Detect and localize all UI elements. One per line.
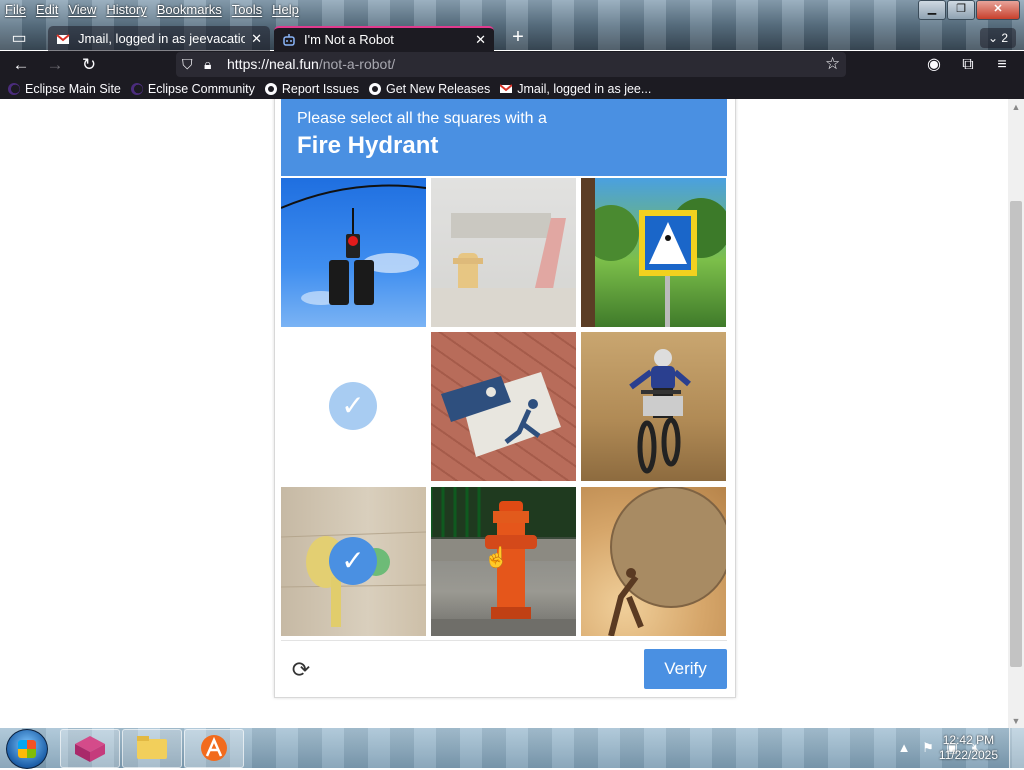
menu-edit[interactable]: Edit bbox=[31, 0, 63, 20]
menu-tools[interactable]: Tools bbox=[227, 0, 267, 20]
captcha-tile-5[interactable] bbox=[431, 332, 576, 481]
captcha-tile-3[interactable] bbox=[581, 178, 726, 327]
lock-icon[interactable]: 🔒︎ bbox=[204, 52, 211, 77]
back-arrow-icon[interactable]: ← bbox=[9, 53, 33, 77]
hand-cursor-icon: ☝ bbox=[484, 547, 509, 569]
robot-icon bbox=[282, 33, 296, 47]
clock-time: 12:42 PM bbox=[942, 733, 995, 747]
taskbar-app-3[interactable] bbox=[184, 729, 244, 768]
check-icon: ✓ bbox=[329, 537, 377, 585]
new-tab-button[interactable]: + bbox=[506, 26, 530, 50]
captcha-instruction: Please select all the squares with a bbox=[297, 110, 547, 127]
tab-not-a-robot[interactable]: I'm Not a Robot ✕ bbox=[274, 26, 494, 51]
scroll-up-arrow-icon[interactable]: ▲ bbox=[1008, 99, 1024, 115]
eclipse-icon bbox=[130, 82, 143, 95]
faded-hydrant-image bbox=[431, 213, 576, 327]
close-tab-icon[interactable]: ✕ bbox=[475, 32, 486, 48]
github-icon bbox=[368, 82, 381, 95]
url-domain: https://neal.fun bbox=[227, 56, 319, 72]
menu-bar: File Edit View History Bookmarks Tools H… bbox=[0, 0, 304, 20]
forward-arrow-icon[interactable]: → bbox=[43, 53, 67, 77]
address-bar[interactable]: ⛉ 🔒︎ https://neal.fun/not-a-robot/ bbox=[176, 52, 846, 77]
bookmark-eclipse-main-site[interactable]: Eclipse Main Site bbox=[8, 82, 121, 96]
verify-button[interactable]: Verify bbox=[644, 649, 727, 689]
folder-icon bbox=[137, 736, 167, 759]
show-desktop-button[interactable] bbox=[1009, 728, 1024, 768]
crosswalk-sign-image bbox=[581, 178, 726, 327]
refresh-icon[interactable]: ⟳ bbox=[289, 658, 313, 682]
eclipse-icon bbox=[8, 82, 20, 95]
captcha-tile-4[interactable]: ✓ bbox=[281, 332, 426, 481]
menu-view[interactable]: View bbox=[63, 0, 101, 20]
tab-jmail[interactable]: Jmail, logged in as jeevacation@ ✕ bbox=[48, 26, 270, 51]
tab-title: Jmail, logged in as jeevacation@ bbox=[78, 31, 246, 46]
tab-count: 2 bbox=[1001, 31, 1009, 45]
clock[interactable]: 12:42 PM 11/22/2025 bbox=[939, 733, 998, 763]
window-controls: ▁ ❐ ✕ bbox=[918, 0, 1020, 20]
menu-hamburger-icon[interactable]: ≡ bbox=[990, 53, 1014, 77]
navigation-bar: ← → ↻ ⛉ 🔒︎ https://neal.fun/not-a-robot/… bbox=[0, 51, 1024, 78]
bookmark-eclipse-community[interactable]: Eclipse Community bbox=[130, 81, 255, 96]
close-tab-icon[interactable]: ✕ bbox=[251, 31, 262, 47]
account-icon[interactable]: ◉ bbox=[922, 53, 946, 77]
taskbar: ▲ ⚑ ▣ 🔇︎ 12:42 PM 11/22/2025 bbox=[0, 728, 1024, 769]
crosswalk-painting-image bbox=[441, 372, 561, 457]
motorcycle-rider-image bbox=[629, 349, 691, 474]
close-window-button[interactable]: ✕ bbox=[976, 0, 1020, 20]
captcha-header: Please select all the squares with a Fir… bbox=[281, 99, 727, 176]
tab-strip: ▭ Jmail, logged in as jeevacation@ ✕ I'm… bbox=[0, 26, 1024, 51]
sisyphus-boulder-image bbox=[608, 487, 726, 636]
extensions-icon[interactable]: ⧉ bbox=[956, 53, 980, 77]
bookmark-label: Get New Releases bbox=[385, 81, 491, 96]
restore-button[interactable]: ❐ bbox=[947, 0, 975, 20]
taskbar-app-1[interactable] bbox=[60, 729, 120, 768]
page-scrollbar[interactable]: ▲ ▼ bbox=[1008, 99, 1024, 729]
captcha-tile-6[interactable] bbox=[581, 332, 726, 481]
shield-icon[interactable]: ⛉ bbox=[182, 52, 193, 77]
scroll-down-arrow-icon[interactable]: ▼ bbox=[1008, 713, 1024, 729]
bookmarks-toolbar: Eclipse Main Site Eclipse Community Repo… bbox=[0, 78, 1024, 99]
bookmark-label: Jmail, logged in as jee... bbox=[517, 81, 652, 96]
firefox-view-icon[interactable]: ▭ bbox=[6, 28, 32, 50]
captcha-tile-1[interactable] bbox=[281, 178, 426, 327]
menu-history[interactable]: History bbox=[101, 0, 151, 20]
url-path: /not-a-robot/ bbox=[318, 56, 396, 72]
jmail-icon bbox=[499, 83, 513, 95]
minimize-button[interactable]: ▁ bbox=[918, 0, 946, 20]
app-cube-icon bbox=[75, 736, 105, 762]
menu-help[interactable]: Help bbox=[267, 0, 304, 20]
bookmark-label: Eclipse Main Site bbox=[25, 81, 121, 96]
page-viewport: Please select all the squares with a Fir… bbox=[0, 99, 1008, 729]
captcha-widget: Please select all the squares with a Fir… bbox=[274, 99, 736, 698]
captcha-target: Fire Hydrant bbox=[297, 132, 439, 159]
captcha-divider bbox=[281, 640, 727, 641]
captcha-tile-9[interactable] bbox=[581, 487, 726, 636]
jmail-icon bbox=[56, 32, 70, 46]
captcha-tile-2[interactable] bbox=[431, 178, 576, 327]
scroll-thumb[interactable] bbox=[1010, 201, 1022, 667]
taskbar-explorer[interactable] bbox=[122, 729, 182, 768]
action-center-icon[interactable]: ⚑ bbox=[920, 740, 936, 756]
tab-title: I'm Not a Robot bbox=[304, 32, 394, 47]
url-text[interactable]: https://neal.fun/not-a-robot/ bbox=[227, 52, 395, 77]
reload-icon[interactable]: ↻ bbox=[77, 53, 101, 77]
menu-file[interactable]: File bbox=[0, 0, 31, 20]
check-icon: ✓ bbox=[329, 382, 377, 430]
bookmark-jmail[interactable]: Jmail, logged in as jee... bbox=[499, 81, 652, 96]
start-button[interactable] bbox=[6, 729, 48, 769]
clock-date: 11/22/2025 bbox=[938, 748, 998, 762]
bookmark-get-new-releases[interactable]: Get New Releases bbox=[368, 81, 491, 96]
bookmark-report-issues[interactable]: Report Issues bbox=[264, 81, 359, 96]
menu-bookmarks[interactable]: Bookmarks bbox=[152, 0, 227, 20]
orange-app-icon bbox=[201, 735, 227, 761]
bookmark-label: Report Issues bbox=[281, 81, 359, 96]
bookmark-star-icon[interactable]: ☆ bbox=[825, 53, 840, 75]
traffic-light-image bbox=[281, 184, 426, 305]
bookmark-label: Eclipse Community bbox=[147, 81, 255, 96]
captcha-tile-7[interactable]: ✓ bbox=[281, 487, 426, 636]
tray-expand-icon[interactable]: ▲ bbox=[896, 740, 912, 756]
tab-list-button[interactable]: ⌄ 2 bbox=[980, 28, 1016, 48]
github-icon bbox=[264, 82, 277, 95]
